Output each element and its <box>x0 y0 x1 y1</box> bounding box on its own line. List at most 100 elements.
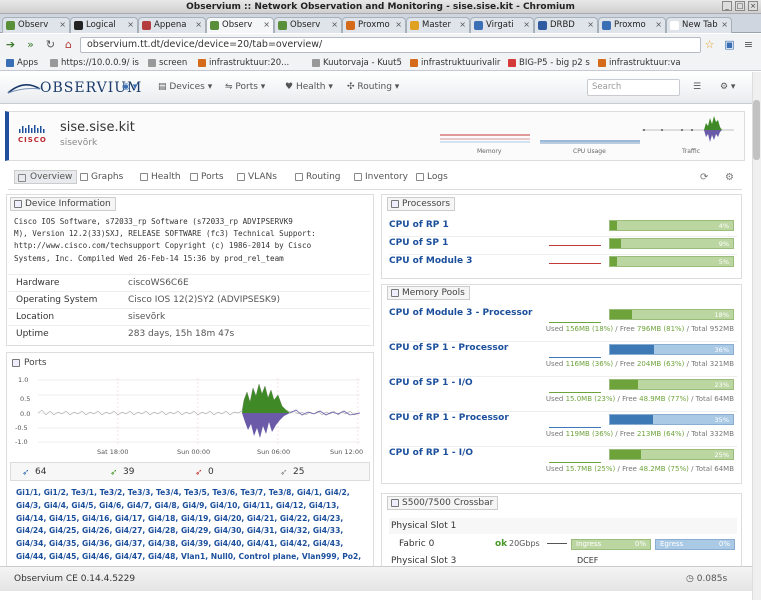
menu-icon[interactable]: ≡ <box>742 38 755 51</box>
device-tab-logs[interactable]: Logs <box>416 172 448 182</box>
traffic-mini-graph[interactable] <box>642 115 734 147</box>
memory-pool-name[interactable]: CPU of RP 1 - Processor <box>389 413 509 423</box>
browser-tab[interactable]: Observ × <box>206 17 274 33</box>
minimize-icon[interactable]: _ <box>722 1 732 11</box>
port-count[interactable]: ➶ 0 <box>195 467 214 478</box>
nav-health[interactable]: ♥ Health ▾ <box>285 82 333 92</box>
usage-bar-fill <box>610 450 641 459</box>
physical-slot-3-label: Physical Slot 3 <box>391 556 457 566</box>
tab-close-icon[interactable]: × <box>587 18 594 32</box>
bookmark-item[interactable]: infrastruktuurivalir <box>410 56 500 71</box>
usage-bar[interactable]: 9% <box>609 238 734 249</box>
browser-tab[interactable]: Logical × <box>70 17 138 33</box>
usage-bar[interactable]: 23% <box>609 379 734 390</box>
device-name[interactable]: sise.sise.kit <box>60 120 135 135</box>
bookmark-item[interactable]: Kuutorvaja - Kuut5 <box>312 56 402 71</box>
browser-tab[interactable]: Proxmo × <box>598 17 666 33</box>
browser-tab[interactable]: Observ × <box>274 17 342 33</box>
tab-close-icon[interactable]: × <box>263 18 270 32</box>
device-tab-vlans[interactable]: VLANs <box>237 172 277 182</box>
browser-tab[interactable]: DRBD × <box>534 17 598 33</box>
processor-name[interactable]: CPU of Module 3 <box>389 256 472 266</box>
tab-close-icon[interactable]: × <box>127 18 134 32</box>
tab-label: Logical <box>86 20 116 30</box>
usage-bar[interactable]: 18% <box>609 309 734 320</box>
browser-tab[interactable]: Virgati × <box>470 17 534 33</box>
cpu-mini-graph[interactable] <box>540 123 640 147</box>
globe-icon[interactable]: ◉ ▾ <box>122 82 137 92</box>
tab-close-icon[interactable]: × <box>331 18 338 32</box>
nav-devices[interactable]: ▤ Devices ▾ <box>158 82 212 92</box>
port-count-value: 39 <box>123 467 135 477</box>
device-tab-ports[interactable]: Ports <box>190 172 224 182</box>
bookmark-item[interactable]: Apps <box>6 56 38 71</box>
nav-routing[interactable]: ✣ Routing ▾ <box>347 82 399 92</box>
address-bar[interactable]: observium.tt.dt/device/device=20/tab=ove… <box>80 37 701 53</box>
browser-tab[interactable]: New Tab × <box>666 17 732 33</box>
bookmark-item[interactable]: screen <box>148 56 187 71</box>
extension-icon[interactable]: ▣ <box>723 38 736 51</box>
browser-tab[interactable]: Appena × <box>138 17 206 33</box>
tab-close-icon[interactable]: × <box>721 18 728 32</box>
port-count[interactable]: ➶ 64 <box>22 467 46 478</box>
device-tab-graphs[interactable]: Graphs <box>80 172 123 182</box>
memory-pool-name[interactable]: CPU of RP 1 - I/O <box>389 448 473 458</box>
list-icon[interactable]: ☰ <box>693 82 701 92</box>
tab-close-icon[interactable]: × <box>655 18 662 32</box>
reload-icon[interactable]: ↻ <box>44 38 57 51</box>
scrollbar-thumb[interactable] <box>753 100 760 160</box>
browser-tab[interactable]: Master × <box>406 17 470 33</box>
tab-close-icon[interactable]: × <box>523 18 530 32</box>
bookmark-item[interactable]: BIG-P5 - big p2 s <box>508 56 590 71</box>
processor-name[interactable]: CPU of SP 1 <box>389 238 448 248</box>
port-list[interactable]: Gi1/1, Gi1/2, Te3/1, Te3/2, Te3/3, Te3/4… <box>16 487 371 577</box>
device-tab-overview[interactable]: Overview <box>14 170 78 184</box>
usage-bar[interactable]: 35% <box>609 414 734 425</box>
search-input[interactable]: Search <box>587 79 680 96</box>
port-count[interactable]: ➶ 25 <box>280 467 304 478</box>
close-icon[interactable]: × <box>748 1 758 11</box>
device-tab-health[interactable]: Health <box>140 172 181 182</box>
settings-icon[interactable]: ⚙ <box>725 172 734 183</box>
usage-bar[interactable]: 4% <box>609 220 734 231</box>
ports-traffic-graph[interactable] <box>38 378 360 444</box>
bookmark-icon <box>410 59 418 67</box>
nav-ports[interactable]: ⇋ Ports ▾ <box>225 82 265 92</box>
port-count[interactable]: ➶ 39 <box>110 467 135 478</box>
device-tab-inventory[interactable]: Inventory <box>354 172 408 182</box>
memory-pool-name[interactable]: CPU of SP 1 - I/O <box>389 378 473 388</box>
home-icon[interactable]: ⌂ <box>62 38 75 51</box>
usage-bar[interactable]: 36% <box>609 344 734 355</box>
tab-close-icon[interactable]: × <box>195 18 202 32</box>
tab-label: Proxmo <box>614 20 646 30</box>
vlans-icon <box>237 173 245 181</box>
usage-bar[interactable]: 25% <box>609 449 734 460</box>
usage-bar[interactable]: 5% <box>609 256 734 267</box>
browser-tab[interactable]: Proxmo × <box>342 17 406 33</box>
forward-arrow-icon[interactable]: » <box>24 38 37 51</box>
tab-close-icon[interactable]: × <box>459 18 466 32</box>
gear-icon[interactable]: ⚙ ▾ <box>720 82 735 92</box>
refresh-icon[interactable]: ⟳ <box>700 172 708 183</box>
memory-pool-name[interactable]: CPU of Module 3 - Processor <box>389 308 532 318</box>
memory-pool-name[interactable]: CPU of SP 1 - Processor <box>389 343 508 353</box>
processor-name[interactable]: CPU of RP 1 <box>389 220 449 230</box>
bookmark-item[interactable]: https://10.0.0.9/ is <box>50 56 139 71</box>
row-divider <box>389 411 737 412</box>
back-arrow-icon[interactable]: ➔ <box>4 38 17 51</box>
tab-close-icon[interactable]: × <box>59 18 66 32</box>
footer-timing[interactable]: ◷ 0.085s <box>686 567 727 591</box>
device-tab-routing[interactable]: Routing <box>295 172 341 182</box>
bookmark-item[interactable]: infrastruktuur:va <box>598 56 681 71</box>
star-icon[interactable]: ☆ <box>703 38 716 51</box>
footer-version[interactable]: Observium CE 0.14.4.5229 <box>14 567 135 591</box>
memory-mini-graph[interactable] <box>440 123 530 147</box>
bookmark-item[interactable]: infrastruktuur:20... <box>198 56 289 71</box>
free-prefix: / Free <box>615 395 640 403</box>
usage-pct: 25% <box>714 451 729 459</box>
tab-close-icon[interactable]: × <box>395 18 402 32</box>
browser-tab[interactable]: Observ × <box>2 17 70 33</box>
ingress-pct: 0% <box>634 540 646 548</box>
info-row: Uptime 283 days, 15h 18m 47s <box>8 325 370 342</box>
maximize-icon[interactable]: □ <box>735 1 745 11</box>
